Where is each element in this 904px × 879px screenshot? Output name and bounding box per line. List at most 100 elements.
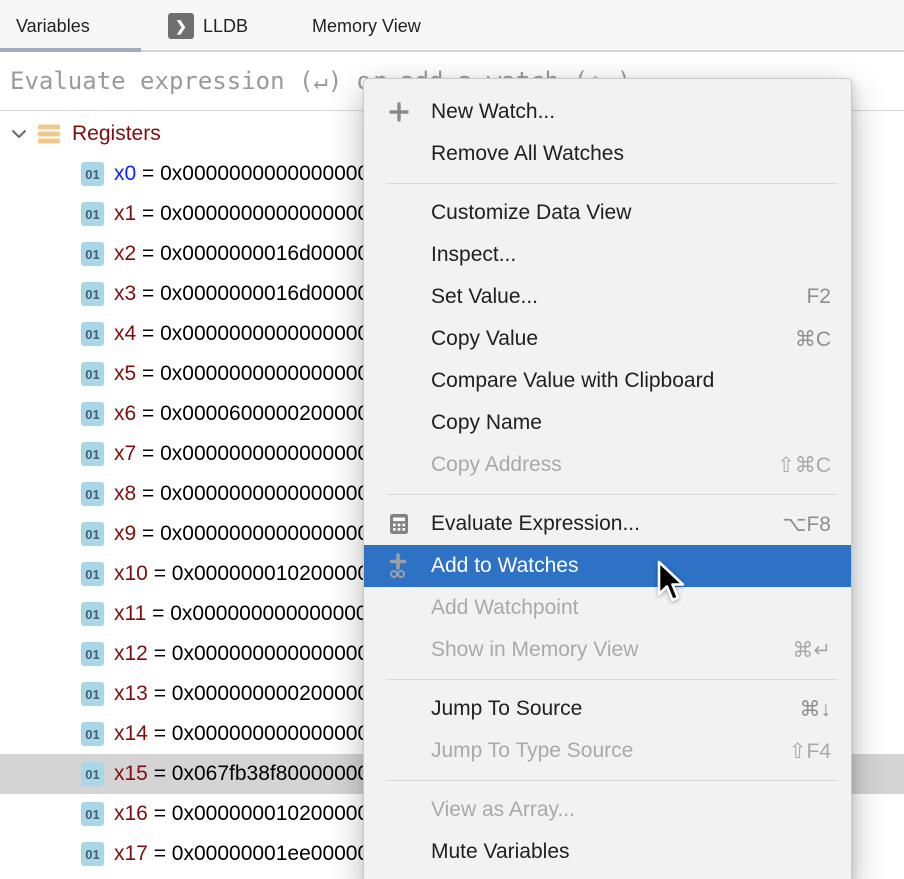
register-name: x2 (114, 242, 136, 266)
menu-item-copy-address: Copy Address⇧⌘C (364, 444, 851, 486)
menu-item-label: Inspect... (431, 243, 807, 267)
menu-item-label: Jump To Source (431, 697, 776, 721)
register-value: = 0x0000000000000000 (136, 322, 369, 346)
register-name: x15 (114, 762, 148, 786)
numeric-value-icon: 01 (81, 362, 104, 386)
numeric-value-icon: 01 (81, 442, 104, 466)
numeric-value-icon: 01 (81, 722, 104, 746)
menu-item-copy-value[interactable]: Copy Value ⌘C (364, 318, 851, 360)
menu-item-add-watchpoint: Add Watchpoint (364, 587, 851, 629)
menu-item-add-to-watches[interactable]: Add to Watches (364, 545, 851, 587)
register-name: x8 (114, 482, 136, 506)
registers-group-icon (38, 124, 60, 144)
menu-item-show-in-memory-view: Show in Memory View ⌘↵ (364, 629, 851, 671)
menu-item-set-value[interactable]: Set Value... F2 (364, 276, 851, 318)
plus-icon (388, 101, 422, 123)
numeric-value-icon: 01 (81, 522, 104, 546)
menu-item-label: Add to Watches (431, 554, 807, 578)
register-value: = 0x0000000102000000 (148, 802, 381, 826)
register-value: = 0x0000000016d00000 (136, 282, 369, 306)
tab-variables[interactable]: Variables (0, 0, 141, 52)
menu-item-compare-value-with-clipboard[interactable]: Compare Value with Clipboard (364, 360, 851, 402)
menu-item-mute-variables[interactable]: Mute Variables (364, 831, 851, 873)
registers-group-label: Registers (72, 122, 161, 146)
menu-item-view-as-array: View as Array... (364, 789, 851, 831)
register-name: x13 (114, 682, 148, 706)
register-name: x7 (114, 442, 136, 466)
menu-item-new-watch[interactable]: New Watch... (364, 91, 851, 133)
menu-item-label: Set Value... (431, 285, 782, 309)
tab-memory-view[interactable]: Memory View (278, 0, 421, 52)
menu-item-label: Jump To Type Source (431, 739, 765, 763)
register-value: = 0x0000000102000000 (148, 562, 381, 586)
numeric-value-icon: 01 (81, 642, 104, 666)
register-name: x6 (114, 402, 136, 426)
menu-item-label: Copy Address (431, 453, 753, 477)
menu-item-label: Remove All Watches (431, 142, 807, 166)
tab-lldb[interactable]: ❯ LLDB (141, 0, 278, 52)
context-menu: New Watch... Remove All Watches Customize … (363, 78, 852, 879)
menu-item-shortcut: ⌥F8 (782, 512, 831, 537)
menu-item-copy-name[interactable]: Copy Name (364, 402, 851, 444)
menu-item-label: Add Watchpoint (431, 596, 807, 620)
register-value: = 0x0000000000000000 (136, 442, 369, 466)
menu-item-shortcut: ⌘↓ (800, 697, 832, 722)
register-name: x1 (114, 202, 136, 226)
menu-item-jump-to-type-source: Jump To Type Source⇧F4 (364, 730, 851, 772)
menu-item-label: Customize Data View (431, 201, 807, 225)
register-value: = 0x0000000000000000 (146, 602, 379, 626)
menu-item-customize-data-view[interactable]: Customize Data View (364, 192, 851, 234)
tab-lldb-label: LLDB (203, 16, 248, 37)
register-name: x12 (114, 642, 148, 666)
tab-memory-view-label: Memory View (312, 16, 421, 37)
debugger-panel: Variables ❯ LLDB Memory View Evaluate ex… (0, 0, 904, 879)
menu-item-label: View as Array... (431, 798, 807, 822)
numeric-value-icon: 01 (81, 482, 104, 506)
tab-variables-label: Variables (16, 16, 90, 37)
menu-item-remove-all-watches[interactable]: Remove All Watches (364, 133, 851, 175)
register-name: x9 (114, 522, 136, 546)
menu-item-label: Show in Memory View (431, 638, 768, 662)
register-name: x4 (114, 322, 136, 346)
register-value: = 0x0000000016d00000 (136, 242, 369, 266)
register-name: x3 (114, 282, 136, 306)
register-name: x16 (114, 802, 148, 826)
calculator-icon (388, 513, 422, 535)
console-icon: ❯ (168, 13, 194, 39)
add-watch-icon (388, 553, 422, 579)
register-value: = 0x0000000000000000 (148, 642, 381, 666)
numeric-value-icon: 01 (81, 762, 104, 786)
numeric-value-icon: 01 (81, 202, 104, 226)
register-value: = 0x0000000000000000 (148, 722, 381, 746)
menu-item-inspect[interactable]: Inspect... (364, 234, 851, 276)
register-value: = 0x0000000000000000 (136, 202, 369, 226)
menu-separator (386, 183, 837, 184)
active-tab-underline (0, 48, 141, 52)
chevron-down-icon[interactable] (10, 129, 28, 139)
numeric-value-icon: 01 (81, 282, 104, 306)
mouse-cursor (656, 560, 688, 611)
menu-item-shortcut: ⌘↵ (792, 638, 831, 663)
menu-item-evaluate-expression[interactable]: Evaluate Expression... ⌥F8 (364, 503, 851, 545)
register-value: = 0x067fb38f80000000 (148, 762, 369, 786)
menu-item-shortcut: F2 (806, 285, 831, 309)
menu-item-label: Mute Variables (431, 840, 807, 864)
menu-item-shortcut: ⌘C (795, 327, 831, 352)
numeric-value-icon: 01 (81, 322, 104, 346)
numeric-value-icon: 01 (81, 242, 104, 266)
numeric-value-icon: 01 (81, 402, 104, 426)
register-name: x17 (114, 842, 148, 866)
register-value: = 0x00000001ee000000 (148, 842, 381, 866)
menu-item-jump-to-source[interactable]: Jump To Source ⌘↓ (364, 688, 851, 730)
register-name: x10 (114, 562, 148, 586)
menu-item-label: Compare Value with Clipboard (431, 369, 807, 393)
register-value: = 0x0000600000200000 (136, 402, 369, 426)
menu-separator (386, 679, 837, 680)
menu-item-label: Evaluate Expression... (431, 512, 758, 536)
menu-item-label: Copy Value (431, 327, 771, 351)
register-value: = 0x0000000000000000 (136, 522, 369, 546)
menu-item-label: New Watch... (431, 100, 807, 124)
menu-separator (386, 780, 837, 781)
register-value: = 0x0000000000000000 (136, 162, 369, 186)
numeric-value-icon: 01 (81, 162, 104, 186)
